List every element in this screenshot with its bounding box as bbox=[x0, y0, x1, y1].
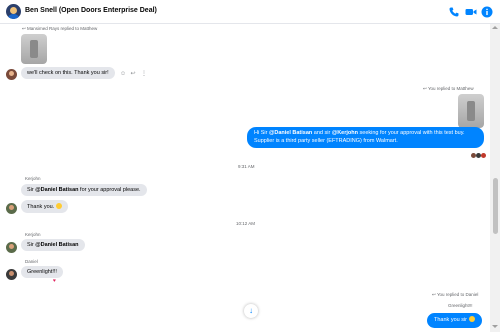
scrollbar-thumb[interactable] bbox=[493, 178, 498, 234]
message-bubble[interactable]: Sir @Daniel Batisan for your approval pl… bbox=[21, 184, 147, 196]
message-bubble[interactable]: Sir @Daniel Batisan bbox=[21, 239, 85, 251]
avatar[interactable] bbox=[6, 203, 17, 214]
reply-note: ↩ Mansimed Rays replied to Matthew bbox=[22, 26, 98, 31]
scroll-down-arrow[interactable] bbox=[492, 325, 498, 328]
timestamp: 10:12 AM bbox=[236, 221, 256, 226]
reply-note: ↩ You replied to Daniel bbox=[432, 292, 479, 297]
timestamp: 9:31 AM bbox=[238, 164, 255, 169]
heart-reaction-icon[interactable]: ♥ bbox=[53, 279, 58, 284]
seen-avatar bbox=[481, 153, 486, 158]
sender-name: Kerjohn bbox=[25, 232, 41, 237]
avatar[interactable] bbox=[6, 4, 21, 19]
avatar[interactable] bbox=[6, 242, 17, 253]
message-bubble[interactable]: Greenlight!!! bbox=[21, 266, 63, 278]
sender-name: Daniel bbox=[25, 259, 38, 264]
reply-note: ↩ You replied to Matthew bbox=[423, 86, 474, 91]
emoji-icon bbox=[469, 316, 476, 322]
conversation-title[interactable]: Ben Snell (Open Doors Enterprise Deal) bbox=[25, 7, 157, 14]
quoted-image[interactable] bbox=[458, 94, 484, 128]
message-bubble[interactable]: Thank you. bbox=[21, 200, 69, 213]
avatar[interactable] bbox=[6, 69, 17, 80]
scroll-to-bottom-button[interactable]: ↓ bbox=[244, 304, 258, 318]
emoji-icon bbox=[56, 203, 63, 209]
quoted-text: Greenlight!!! bbox=[448, 303, 473, 308]
message-bubble[interactable]: Thank you sir bbox=[427, 313, 483, 328]
scroll-up-arrow[interactable] bbox=[492, 26, 498, 29]
reply-icon[interactable]: ↩ bbox=[130, 71, 136, 77]
phone-icon[interactable] bbox=[448, 6, 460, 18]
video-icon[interactable] bbox=[465, 6, 477, 18]
message-bubble[interactable]: Hi Sir @Daniel Batisan and sir @Kerjohn … bbox=[247, 127, 484, 148]
chat-header: Ben Snell (Open Doors Enterprise Deal) bbox=[0, 0, 500, 24]
quoted-image[interactable] bbox=[21, 34, 47, 64]
react-icon[interactable]: ☺ bbox=[120, 71, 126, 77]
more-icon[interactable]: ⋮ bbox=[141, 71, 147, 77]
avatar[interactable] bbox=[6, 269, 17, 280]
sender-name: Kerjohn bbox=[25, 176, 41, 181]
info-icon[interactable] bbox=[481, 6, 493, 18]
message-bubble[interactable]: we'll check on this. Thank you sir! bbox=[21, 67, 115, 79]
